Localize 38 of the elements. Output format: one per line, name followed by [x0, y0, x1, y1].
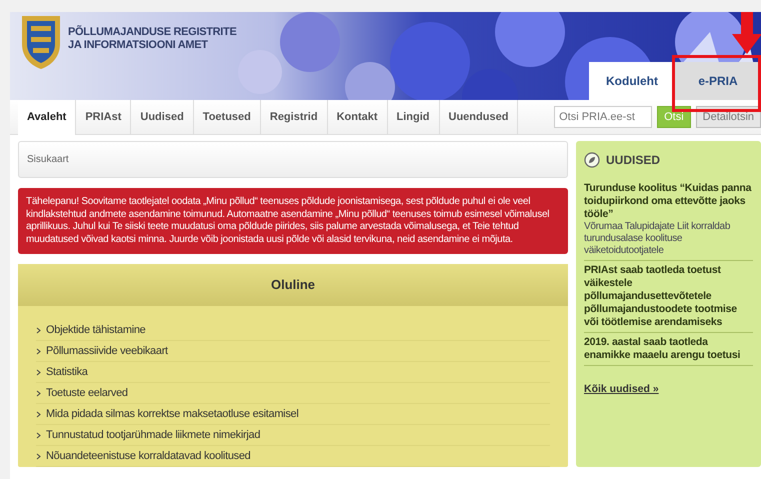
important-link[interactable]: Mida pidada silmas korrektse maksetaotluse esitamisel: [46, 406, 298, 422]
chevron-icon: [36, 326, 41, 334]
down-arrow-icon: [732, 12, 761, 54]
coat-of-arms-icon: [20, 14, 62, 70]
chevron-icon: [36, 452, 41, 460]
nav-tab[interactable]: Uuendused: [440, 100, 518, 134]
site-tab[interactable]: Koduleht: [589, 62, 675, 100]
news-summary: Võrumaa Talupidajate Liit korraldab turundusalase koolituse väiketoidutootjatele: [584, 221, 732, 257]
site-title: PÕLLUMAJANDUSE REGISTRITE JA INFORMATSIOONI AMET: [68, 26, 237, 52]
panel-title: Oluline: [270, 276, 316, 294]
chevron-icon: [36, 390, 41, 396]
nav-tab[interactable]: Toetused: [194, 100, 261, 134]
chevron-icon: [36, 432, 41, 438]
search-field[interactable]: Otsi PRIA.ee-st: [554, 106, 652, 128]
news-title-link[interactable]: PRIAst saab taotleda toetust väikestele põllumajandusettevõtetele põllumajandustoodete tootmise või töötlemise arendamiseks: [584, 264, 753, 329]
nav-tab[interactable]: Registrid: [260, 100, 328, 134]
nav-tab[interactable]: PRIAst: [76, 100, 132, 134]
important-link[interactable]: Toetuste eelarved: [46, 384, 128, 402]
important-link[interactable]: Objektide tähistamine: [46, 322, 146, 338]
important-link[interactable]: Nõuandeteenistuse korraldatavad koolitused: [46, 448, 250, 464]
news-title-link[interactable]: Turunduse koolitus “Kuidas panna toidupiirkond oma ettevõtte jaoks tööle”: [584, 182, 753, 221]
panel-title: UUDISED: [606, 152, 660, 169]
all-news-link[interactable]: Kõik uudised »: [584, 382, 659, 398]
site-tab[interactable]: e-PRIA: [675, 62, 761, 100]
important-link[interactable]: Põllumassiivide veebikaart: [46, 342, 168, 360]
chevron-icon: [36, 410, 41, 418]
important-link[interactable]: Statistika: [46, 364, 88, 380]
alert-message: Tähelepanu! Soovitame taotlejatel oodata „Minu põllud“ teenuses põldude joonistamisega, sest põldude puhul ei ole veel kindlakstehtud andmete asendamine toimunud. Automaatne asendamine „Minu põllud“ teenuses toimub esimesel võimalusel aprillikuus. Juhul kui Te siiski teete muudatusi oma põldude piirides, siis palume arvestada võimalusega, et Teie tehtud muudatused võivad kaotsi minna. Juurde võib joonistada uusi põlde või alasid tervikuna, neid asendamine ei mõjuta.: [18, 188, 568, 254]
chevron-icon: [36, 348, 41, 354]
important-link[interactable]: Tunnustatud tootjarühmade liikmete nimekirjad: [46, 426, 260, 444]
nav-tab[interactable]: Avaleht: [18, 100, 76, 134]
nav-tab[interactable]: Kontakt: [328, 100, 388, 134]
nav-tab[interactable]: Lingid: [388, 100, 440, 134]
breadcrumb-link[interactable]: Sisukaart: [18, 141, 568, 178]
nav-tab[interactable]: Uudised: [131, 100, 194, 134]
chevron-icon: [36, 368, 41, 376]
news-title-link[interactable]: 2019. aastal saab taotleda enamikke maaelu arengu toetusi: [584, 336, 753, 362]
leaf-icon: [584, 152, 600, 168]
